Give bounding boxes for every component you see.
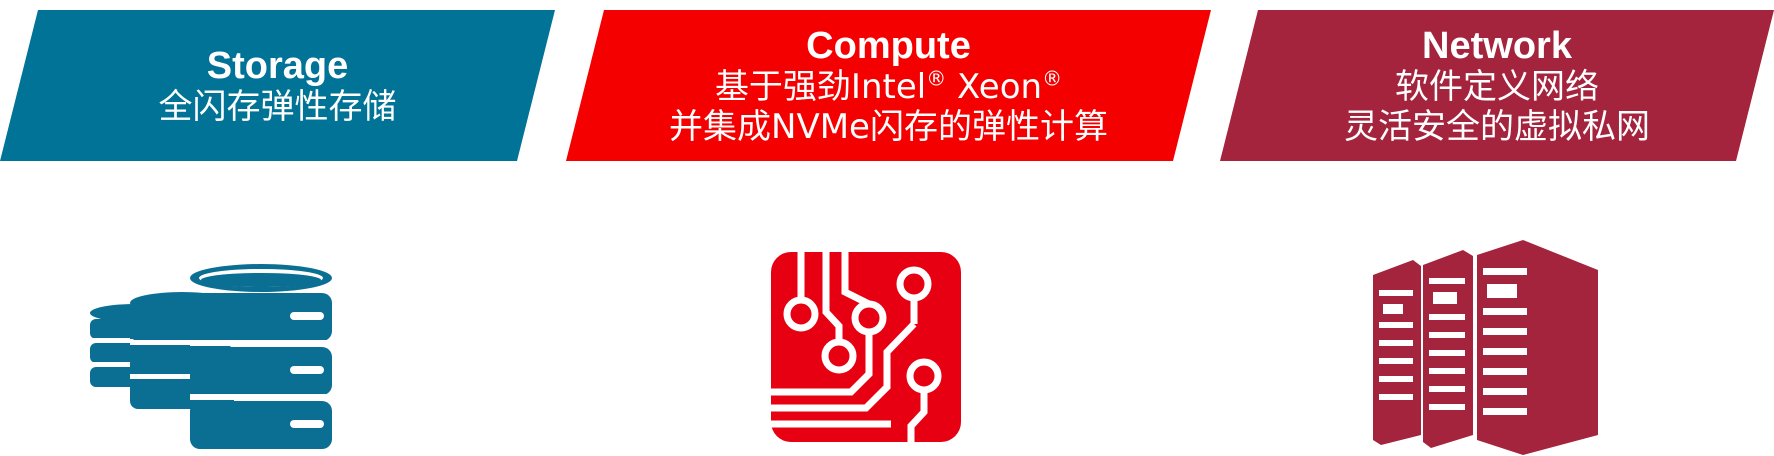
compute-subtitle-line1: 基于强劲Intel® Xeon®: [715, 67, 1062, 107]
database-stack-icon: [90, 264, 332, 449]
registered-mark: ®: [1042, 66, 1063, 91]
network-banner: Network 软件定义网络 灵活安全的虚拟私网: [1220, 10, 1774, 161]
compute-banner: Compute 基于强劲Intel® Xeon® 并集成NVMe闪存的弹性计算: [566, 10, 1211, 161]
compute-line1-prefix: 基于强劲Intel: [714, 66, 927, 107]
storage-subtitle: 全闪存弹性存储: [158, 86, 397, 127]
circuit-board-icon: [771, 252, 961, 442]
network-subtitle-line1: 软件定义网络: [1395, 66, 1599, 107]
storage-banner-text: Storage 全闪存弹性存储: [0, 10, 555, 161]
network-banner-text: Network 软件定义网络 灵活安全的虚拟私网: [1220, 10, 1774, 161]
compute-title: Compute: [806, 24, 971, 67]
compute-subtitle-line2: 并集成NVMe闪存的弹性计算: [669, 106, 1108, 147]
compute-line1-middle: Xeon: [946, 66, 1043, 107]
compute-banner-text: Compute 基于强劲Intel® Xeon® 并集成NVMe闪存的弹性计算: [566, 10, 1211, 161]
network-subtitle-line2: 灵活安全的虚拟私网: [1344, 106, 1650, 147]
network-title: Network: [1422, 24, 1572, 67]
storage-title: Storage: [206, 44, 349, 87]
registered-mark: ®: [926, 66, 947, 91]
storage-banner: Storage 全闪存弹性存储: [0, 10, 555, 161]
server-rack-icon: [1373, 240, 1598, 455]
